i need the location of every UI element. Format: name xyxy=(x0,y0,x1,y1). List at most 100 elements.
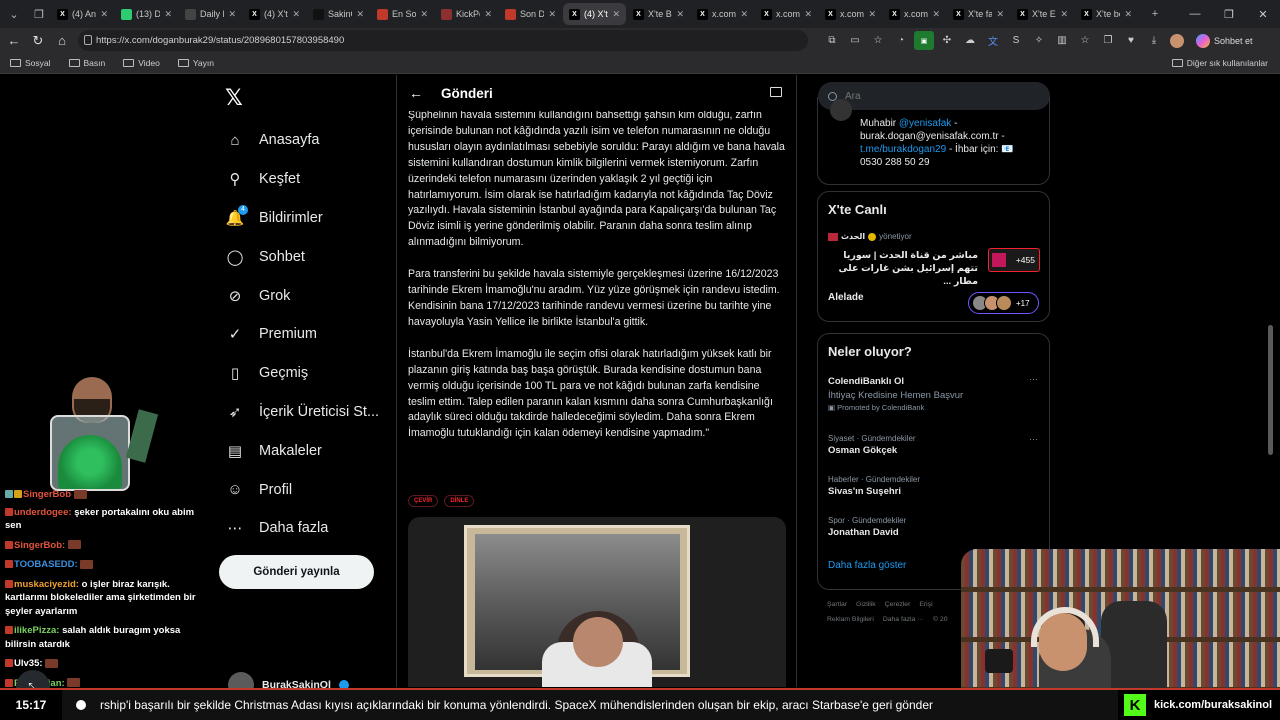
bookmark-yayin[interactable]: Yayın xyxy=(177,58,214,68)
browser-tab[interactable]: X X'te BR ✕ xyxy=(627,3,690,25)
trend-item[interactable]: Haberler · Gündemdekiler Sivas'ın Suşehr… xyxy=(828,475,1040,497)
more-options-icon[interactable]: ··· xyxy=(1029,434,1038,444)
bookmark-sosyal[interactable]: Sosyal xyxy=(10,58,51,68)
favorite-star-icon[interactable]: ☆ xyxy=(868,31,888,50)
browser-tab[interactable]: X X'te Er ✕ xyxy=(1011,3,1074,25)
footer-link[interactable]: Şartlar xyxy=(827,601,847,608)
bookmark-video[interactable]: Video xyxy=(123,58,160,68)
browser-tab[interactable]: Xx.com/✕ xyxy=(691,3,754,25)
downloads-icon[interactable]: ⤓ xyxy=(1144,31,1164,50)
browser-tab[interactable]: En Son✕ xyxy=(371,3,434,25)
reader-mode-icon[interactable] xyxy=(770,87,782,97)
browser-tab[interactable]: KickPe ✕ xyxy=(435,3,498,25)
tab-close-icon[interactable]: ✕ xyxy=(996,9,1004,20)
reader-icon[interactable]: ▭ xyxy=(845,31,865,50)
browser-tab[interactable]: Daily E ✕ xyxy=(179,3,242,25)
back-icon[interactable]: ← xyxy=(2,30,26,52)
extension-cloud-icon[interactable]: ☁ xyxy=(960,31,980,50)
browser-tab[interactable]: Xx.com/✕ xyxy=(755,3,818,25)
nav-item[interactable]: ⋯ Daha fazla xyxy=(225,509,379,548)
x-logo-icon[interactable]: 𝕏 xyxy=(225,85,243,111)
nav-item[interactable]: ☺ Profil xyxy=(225,470,379,509)
other-bookmarks[interactable]: Diğer sık kullanılanlar xyxy=(1171,58,1268,68)
nav-item[interactable]: ⚲ Keşfet xyxy=(225,160,379,199)
chat-username[interactable]: Ulv35 xyxy=(14,658,39,669)
browser-tab[interactable]: (13) Da✕ xyxy=(115,3,178,25)
copilot-button[interactable]: Sohbet et xyxy=(1196,32,1253,50)
live-broadcast-title[interactable]: مباشر من قناة الحدث | سوريا تتهم إسرائيل… xyxy=(828,249,978,288)
scrollbar[interactable] xyxy=(1268,325,1273,455)
footer-link[interactable]: Çerezler xyxy=(885,601,911,608)
home-icon[interactable]: ⌂ xyxy=(50,30,74,52)
browser-tab[interactable]: Xx.com/✕ xyxy=(883,3,946,25)
address-bar[interactable]: https://x.com/doganburak29/status/208968… xyxy=(78,30,808,51)
browser-tab[interactable]: X X'te be ✕ xyxy=(1075,3,1138,25)
live-thumbnail[interactable]: +455 xyxy=(988,248,1040,272)
favorites-icon[interactable]: ☆ xyxy=(1075,31,1095,50)
app-icon[interactable]: ⧉ xyxy=(822,31,842,50)
tab-close-icon[interactable]: ✕ xyxy=(612,9,620,20)
workspaces-icon[interactable]: ❐ xyxy=(28,3,50,25)
profile-sync-icon[interactable]: ◔ xyxy=(891,31,911,50)
tab-close-icon[interactable]: ✕ xyxy=(420,9,428,20)
performance-icon[interactable]: ♥ xyxy=(1121,31,1141,50)
nav-item[interactable]: ▤ Makaleler xyxy=(225,431,379,470)
chat-username[interactable]: ilikePizza xyxy=(14,625,56,636)
nav-item[interactable]: 🔔 4 Bildirimler xyxy=(225,199,379,238)
chat-username[interactable]: TOOBASEDD xyxy=(14,559,75,570)
footer-link[interactable]: Gizlilik xyxy=(856,601,876,608)
nav-item[interactable]: ▯ Geçmiş xyxy=(225,354,379,393)
tab-close-icon[interactable]: ✕ xyxy=(1060,9,1068,20)
telegram-link[interactable]: t.me/burakdogan29 xyxy=(860,144,946,155)
split-screen-icon[interactable]: ▥ xyxy=(1052,31,1072,50)
nav-item[interactable]: ⌂ Anasayfa xyxy=(225,121,379,160)
trend-item[interactable]: Siyaset · Gündemdekiler Osman Gökçek ··· xyxy=(828,434,1040,456)
bio-handle-link[interactable]: @yenisafak xyxy=(899,118,951,129)
show-more-link[interactable]: Daha fazla göster xyxy=(828,560,906,571)
footer-link[interactable]: Reklam Bilgileri xyxy=(827,616,874,623)
tab-close-icon[interactable]: ✕ xyxy=(356,9,364,20)
tab-close-icon[interactable]: ✕ xyxy=(868,9,876,20)
footer-link[interactable]: Erişi xyxy=(919,601,932,608)
extension-translate-icon[interactable]: 文 xyxy=(983,31,1003,50)
tab-close-icon[interactable]: ✕ xyxy=(804,9,812,20)
tab-close-icon[interactable]: ✕ xyxy=(1124,9,1132,20)
close-icon[interactable]: ✕ xyxy=(1246,0,1280,28)
nav-item[interactable]: ◯ Sohbet xyxy=(225,237,379,276)
nav-item[interactable]: ➶ İçerik Üreticisi St... xyxy=(225,393,379,432)
maximize-icon[interactable]: ❐ xyxy=(1212,0,1246,28)
trend-item[interactable]: ColendiBanklı Ol İhtiyaç Kredisine Hemen… xyxy=(828,374,1040,412)
new-tab-icon[interactable]: + xyxy=(1144,3,1166,25)
browser-tab[interactable]: SakinO ✕ xyxy=(307,3,370,25)
tab-close-icon[interactable]: ✕ xyxy=(292,9,300,20)
translate-button[interactable]: ÇEVİR xyxy=(408,495,439,507)
chat-username[interactable]: SingerBob xyxy=(14,540,62,551)
nav-item[interactable]: ⊘ Grok xyxy=(225,276,379,315)
space-listeners[interactable]: +17 xyxy=(968,292,1039,314)
avatar[interactable] xyxy=(1167,31,1187,50)
listen-button[interactable]: DİNLE xyxy=(444,495,475,507)
tab-close-icon[interactable]: ✕ xyxy=(484,9,492,20)
tab-close-icon[interactable]: ✕ xyxy=(676,9,684,20)
post-image[interactable] xyxy=(408,517,786,687)
chat-username[interactable]: muskaciyezid xyxy=(14,579,76,590)
space-title[interactable]: Alelade xyxy=(828,292,864,303)
extension-green-icon[interactable]: ▣ xyxy=(914,31,934,50)
tab-close-icon[interactable]: ✕ xyxy=(932,9,940,20)
extension-grid-icon[interactable]: ✣ xyxy=(937,31,957,50)
bookmark-basin[interactable]: Basın xyxy=(68,58,105,68)
browser-tab[interactable]: X (4) Ana✕ xyxy=(51,3,114,25)
extensions-icon[interactable]: ✧ xyxy=(1029,31,1049,50)
browser-tab[interactable]: X (4) X'te ✕ xyxy=(243,3,306,25)
chat-username[interactable]: underdogee xyxy=(14,507,68,518)
post-button[interactable]: Gönderi yayınla xyxy=(219,555,374,589)
browser-tab[interactable]: X X'te fa ✕ xyxy=(947,3,1010,25)
footer-link[interactable]: Daha fazla ··· xyxy=(883,616,924,623)
collections-icon[interactable]: ❐ xyxy=(1098,31,1118,50)
nav-item[interactable]: ✓ Premium xyxy=(225,315,379,354)
tab-close-icon[interactable]: ✕ xyxy=(740,9,748,20)
live-source[interactable]: الحدث yönetiyor xyxy=(828,232,912,241)
browser-tab[interactable]: Son Da✕ xyxy=(499,3,562,25)
browser-tab[interactable]: Xx.com/✕ xyxy=(819,3,882,25)
minimize-icon[interactable]: — xyxy=(1178,0,1212,28)
